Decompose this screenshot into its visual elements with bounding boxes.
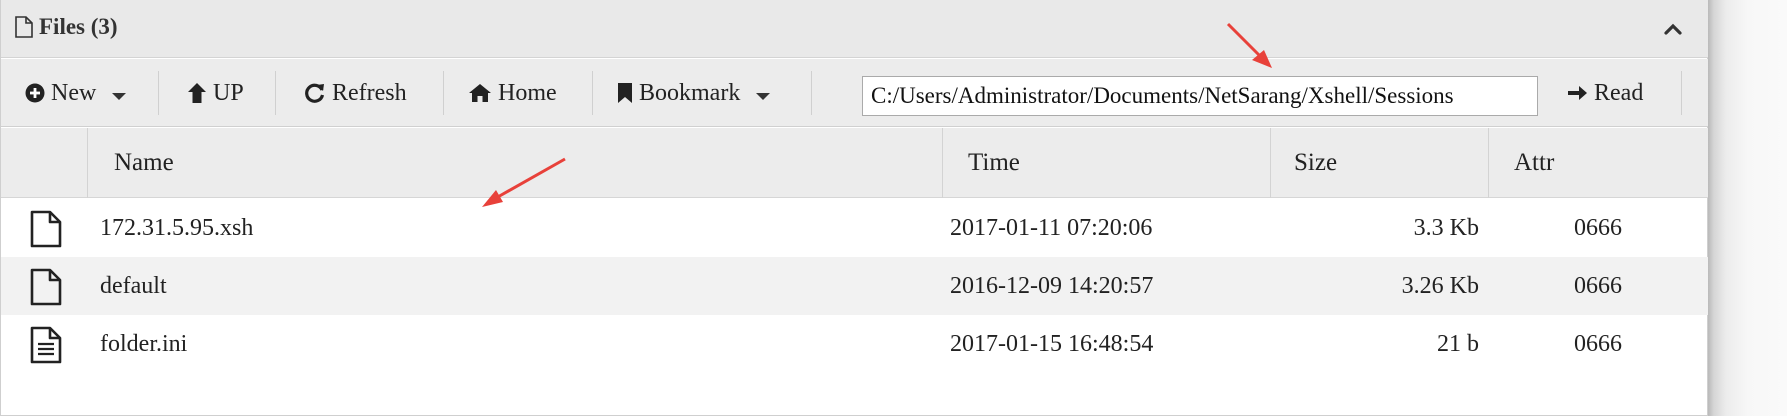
column-header-time-label: Time (968, 149, 1020, 176)
home-icon (469, 84, 491, 102)
files-panel: Files (3) New UP Refresh Home Bookmark C… (0, 0, 1708, 416)
toolbar-divider (158, 71, 159, 115)
refresh-button[interactable]: Refresh (304, 59, 407, 127)
column-header-size[interactable]: Size (1270, 128, 1488, 198)
toolbar-divider (811, 71, 812, 115)
toolbar-divider (443, 71, 444, 115)
file-size: 21 b (1437, 330, 1479, 357)
file-icon (15, 16, 33, 38)
table-row[interactable]: 172.31.5.95.xsh 2017-01-11 07:20:06 3.3 … (1, 199, 1708, 257)
bookmark-icon (618, 83, 632, 103)
table-row[interactable]: default 2016-12-09 14:20:57 3.26 Kb 0666 (1, 257, 1708, 315)
home-button-label: Home (498, 79, 557, 106)
text-file-icon (30, 326, 62, 364)
refresh-icon (305, 83, 325, 103)
toolbar-divider (275, 71, 276, 115)
bookmark-button-label: Bookmark (639, 79, 741, 106)
column-header-size-label: Size (1294, 149, 1338, 176)
toolbar-divider (592, 71, 593, 115)
file-time: 2016-12-09 14:20:57 (950, 272, 1154, 299)
file-attr: 0666 (1574, 330, 1622, 357)
chevron-up-icon[interactable] (1660, 16, 1686, 42)
new-button-label: New (51, 79, 97, 106)
file-size: 3.3 Kb (1413, 214, 1479, 241)
arrow-up-icon (188, 83, 206, 103)
panel-titlebar: Files (3) (1, 0, 1708, 58)
home-button[interactable]: Home (468, 59, 557, 127)
arrow-right-icon (1568, 86, 1587, 100)
file-name: folder.ini (100, 330, 188, 357)
read-button-label: Read (1594, 79, 1644, 106)
new-button[interactable]: New (25, 59, 127, 127)
table-row[interactable]: folder.ini 2017-01-15 16:48:54 21 b 0666 (1, 315, 1708, 373)
refresh-button-label: Refresh (332, 79, 407, 106)
plus-circle-icon (25, 83, 45, 103)
file-icon (30, 210, 62, 248)
file-icon (30, 268, 62, 306)
bookmark-button[interactable]: Bookmark (617, 59, 771, 127)
toolbar: New UP Refresh Home Bookmark C:/Users/Ad… (1, 59, 1708, 127)
column-header-name-label: Name (114, 149, 174, 176)
file-table-header: Name Time Size Attr (1, 128, 1708, 198)
path-input[interactable] (862, 76, 1538, 116)
panel-title: Files (3) (15, 14, 118, 40)
caret-down-icon (756, 92, 771, 100)
file-attr: 0666 (1574, 214, 1622, 241)
file-attr: 0666 (1574, 272, 1622, 299)
file-time: 2017-01-11 07:20:06 (950, 214, 1153, 241)
panel-title-text: Files (3) (39, 14, 118, 39)
read-button[interactable]: Read (1566, 59, 1643, 127)
file-time: 2017-01-15 16:48:54 (950, 330, 1154, 357)
up-button[interactable]: UP (187, 59, 244, 127)
caret-down-icon (112, 92, 127, 100)
column-header-attr[interactable]: Attr (1488, 128, 1708, 198)
file-name: 172.31.5.95.xsh (100, 214, 254, 241)
column-header-name[interactable]: Name (87, 128, 942, 198)
file-size: 3.26 Kb (1401, 272, 1479, 299)
file-name: default (100, 272, 167, 299)
toolbar-divider (1681, 71, 1682, 115)
up-button-label: UP (213, 79, 244, 106)
column-header-time[interactable]: Time (942, 128, 1270, 198)
window-shadow (1708, 0, 1787, 416)
column-header-attr-label: Attr (1514, 149, 1555, 176)
